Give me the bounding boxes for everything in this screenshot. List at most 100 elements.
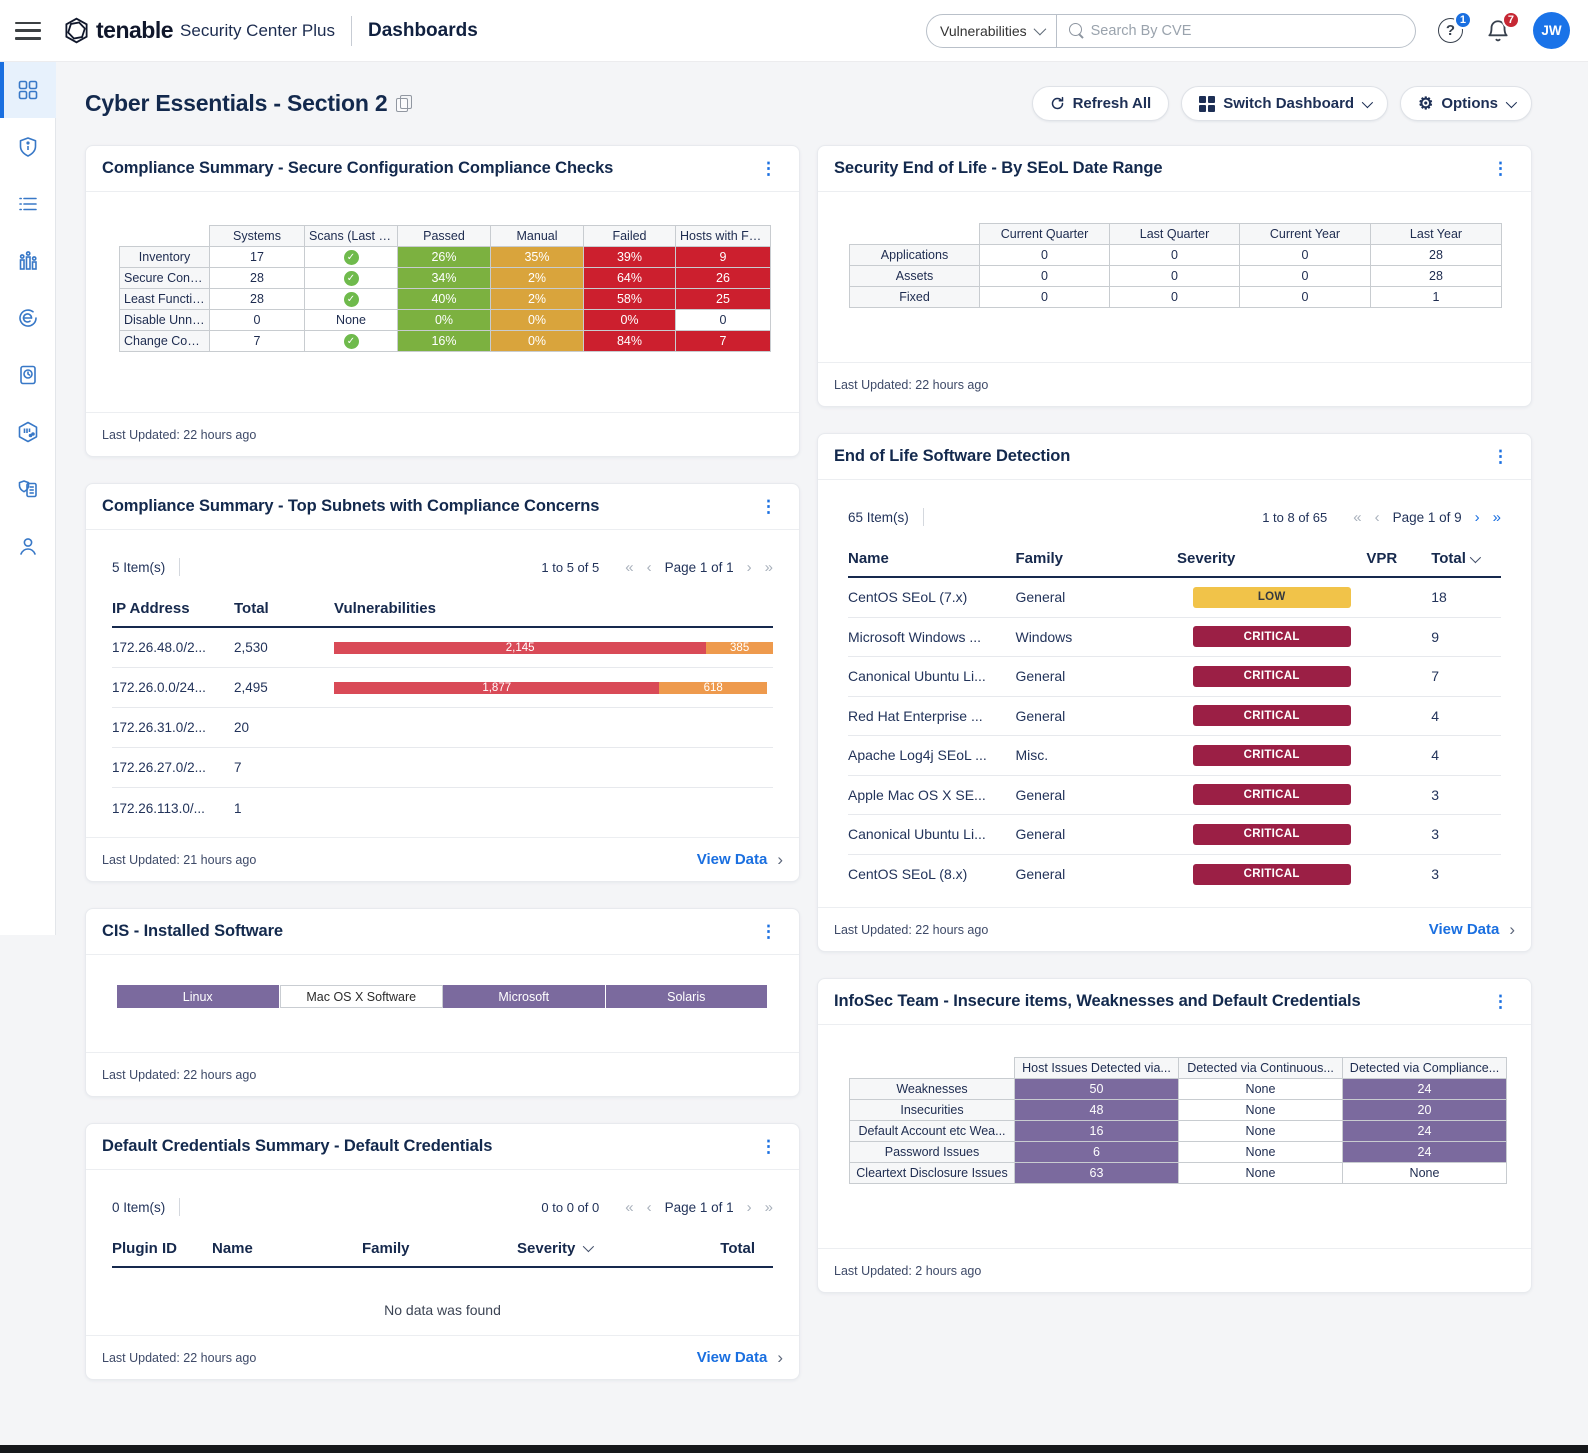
last-page-icon[interactable]: » <box>1493 509 1501 526</box>
last-page-icon[interactable]: » <box>765 559 773 576</box>
sidebar-item-analytics[interactable] <box>0 233 56 289</box>
panel-title: InfoSec Team - Insecure items, Weaknesse… <box>834 992 1361 1011</box>
copy-icon[interactable] <box>396 95 411 112</box>
table-row[interactable]: Weaknesses50None24 <box>850 1079 1507 1100</box>
kebab-menu-icon[interactable]: ⋮ <box>1486 989 1515 1014</box>
sidebar-item-host-assets[interactable] <box>0 119 56 175</box>
table-row[interactable]: Default Account etc Wea...16None24 <box>850 1121 1507 1142</box>
first-page-icon[interactable]: « <box>1353 509 1361 526</box>
eol-row[interactable]: Apache Log4j SEoL ...Misc. CRITICAL 4 <box>848 736 1501 776</box>
item-count: 5 Item(s) <box>112 560 165 575</box>
view-data-link[interactable]: View Data› <box>697 850 783 870</box>
view-data-link[interactable]: View Data› <box>1429 920 1515 940</box>
range-label: 0 to 0 of 0 <box>541 1200 599 1215</box>
eol-row[interactable]: Apple Mac OS X SE...General CRITICAL 3 <box>848 776 1501 816</box>
subnet-row[interactable]: 172.26.113.0/... 1 <box>112 788 773 828</box>
last-updated: Last Updated: 21 hours ago <box>102 853 256 867</box>
kebab-menu-icon[interactable]: ⋮ <box>754 156 783 181</box>
segment-macos[interactable]: Mac OS X Software <box>280 985 444 1008</box>
table-row[interactable]: Fixed0001 <box>850 287 1502 308</box>
first-page-icon[interactable]: « <box>625 1199 633 1216</box>
last-updated: Last Updated: 22 hours ago <box>102 428 256 442</box>
table-header-row: Systems Scans (Last 7... Passed Manual F… <box>120 226 771 247</box>
search-icon <box>1069 23 1085 39</box>
global-search: Vulnerabilities <box>926 14 1416 48</box>
sidebar-item-dashboards[interactable] <box>0 62 56 118</box>
chevron-down-icon <box>1362 96 1373 107</box>
last-page-icon[interactable]: » <box>765 1199 773 1216</box>
notifications-button[interactable]: 7 <box>1485 18 1511 44</box>
kebab-menu-icon[interactable]: ⋮ <box>1486 444 1515 469</box>
severity-sort-header[interactable]: Severity <box>517 1240 697 1257</box>
eol-row[interactable]: Canonical Ubuntu Li...General CRITICAL 7 <box>848 657 1501 697</box>
panel-title: Default Credentials Summary - Default Cr… <box>102 1137 492 1156</box>
help-button[interactable]: ? 1 <box>1438 18 1463 43</box>
sidebar-item-findings[interactable] <box>0 176 56 232</box>
table-row[interactable]: Insecurities48None20 <box>850 1100 1507 1121</box>
subnet-row[interactable]: 172.26.31.0/2... 20 <box>112 708 773 748</box>
panel-compliance-checks: Compliance Summary - Secure Configuratio… <box>85 145 800 457</box>
sidebar <box>0 62 56 935</box>
hamburger-menu-icon[interactable] <box>15 22 41 40</box>
next-page-icon[interactable]: › <box>747 1199 752 1216</box>
options-button[interactable]: ⚙ Options <box>1400 86 1532 121</box>
eol-row[interactable]: Red Hat Enterprise ...General CRITICAL 4 <box>848 697 1501 737</box>
search-input[interactable] <box>1085 23 1415 39</box>
sidebar-item-policies[interactable] <box>0 461 56 517</box>
severity-badge: CRITICAL <box>1193 745 1351 766</box>
total-sort-header[interactable]: Total <box>1431 550 1501 567</box>
sidebar-item-assets-inventory[interactable] <box>0 404 56 460</box>
table-row[interactable]: Disable Unne...0 None 0%0% 0%0 <box>120 310 771 331</box>
view-data-link[interactable]: View Data› <box>697 1348 783 1368</box>
subnet-row[interactable]: 172.26.48.0/2... 2,530 2,145385 <box>112 628 773 668</box>
segment-linux[interactable]: Linux <box>117 985 280 1008</box>
panel-title: Compliance Summary - Top Subnets with Co… <box>102 497 599 516</box>
search-scope-dropdown[interactable]: Vulnerabilities <box>927 15 1057 47</box>
page-title: Cyber Essentials - Section 2 <box>85 90 411 117</box>
sidebar-item-users[interactable] <box>0 518 56 574</box>
panel-cis-software: CIS - Installed Software ⋮ Linux Mac OS … <box>85 908 800 1097</box>
last-updated: Last Updated: 22 hours ago <box>834 378 988 392</box>
subnet-row[interactable]: 172.26.0.0/24... 2,495 1,877618 <box>112 668 773 708</box>
eol-row[interactable]: CentOS SEoL (7.x)General LOW 18 <box>848 578 1501 618</box>
next-page-icon[interactable]: › <box>747 559 752 576</box>
table-row[interactable]: Least Functio...28 ✓ 40%2% 58%25 <box>120 289 771 310</box>
table-row[interactable]: Password Issues6None24 <box>850 1142 1507 1163</box>
avatar[interactable]: JW <box>1533 12 1570 49</box>
table-row[interactable]: Inventory17 ✓ 26%35% 39%9 <box>120 247 771 268</box>
sidebar-item-reports[interactable] <box>0 347 56 403</box>
table-row[interactable]: Cleartext Disclosure Issues63NoneNone <box>850 1163 1507 1184</box>
top-header: tenable Security Center Plus Dashboards … <box>0 0 1588 62</box>
prev-page-icon[interactable]: ‹ <box>647 1199 652 1216</box>
severity-badge: LOW <box>1193 587 1351 608</box>
table-row[interactable]: Change Control7 ✓ 16%0% 84%7 <box>120 331 771 352</box>
next-page-icon[interactable]: › <box>1475 509 1480 526</box>
section-title: Dashboards <box>368 20 478 42</box>
table-row[interactable]: Secure Confi...28 ✓ 34%2% 64%26 <box>120 268 771 289</box>
eol-row[interactable]: Microsoft Windows ...Windows CRITICAL 9 <box>848 618 1501 658</box>
kebab-menu-icon[interactable]: ⋮ <box>754 1134 783 1159</box>
eol-row[interactable]: Canonical Ubuntu Li...General CRITICAL 3 <box>848 815 1501 855</box>
kebab-menu-icon[interactable]: ⋮ <box>754 494 783 519</box>
switch-dashboard-button[interactable]: Switch Dashboard <box>1181 86 1388 121</box>
segment-solaris[interactable]: Solaris <box>606 985 769 1008</box>
panel-title: CIS - Installed Software <box>102 922 283 941</box>
refresh-all-button[interactable]: Refresh All <box>1032 86 1170 121</box>
sidebar-item-scans[interactable] <box>0 290 56 346</box>
eol-row[interactable]: CentOS SEoL (8.x)General CRITICAL 3 <box>848 855 1501 895</box>
first-page-icon[interactable]: « <box>625 559 633 576</box>
empty-state-message: No data was found <box>86 1302 799 1318</box>
user-icon <box>16 534 40 558</box>
cis-software-bar: Linux Mac OS X Software Microsoft Solari… <box>117 985 768 1008</box>
segment-microsoft[interactable]: Microsoft <box>443 985 606 1008</box>
prev-page-icon[interactable]: ‹ <box>647 559 652 576</box>
table-row[interactable]: Assets00028 <box>850 266 1502 287</box>
list-header: IP Address Total Vulnerabilities <box>112 590 773 628</box>
prev-page-icon[interactable]: ‹ <box>1375 509 1380 526</box>
kebab-menu-icon[interactable]: ⋮ <box>1486 156 1515 181</box>
table-row[interactable]: Applications00028 <box>850 245 1502 266</box>
divider <box>179 1198 180 1216</box>
last-updated: Last Updated: 22 hours ago <box>102 1068 256 1082</box>
subnet-row[interactable]: 172.26.27.0/2... 7 <box>112 748 773 788</box>
kebab-menu-icon[interactable]: ⋮ <box>754 919 783 944</box>
